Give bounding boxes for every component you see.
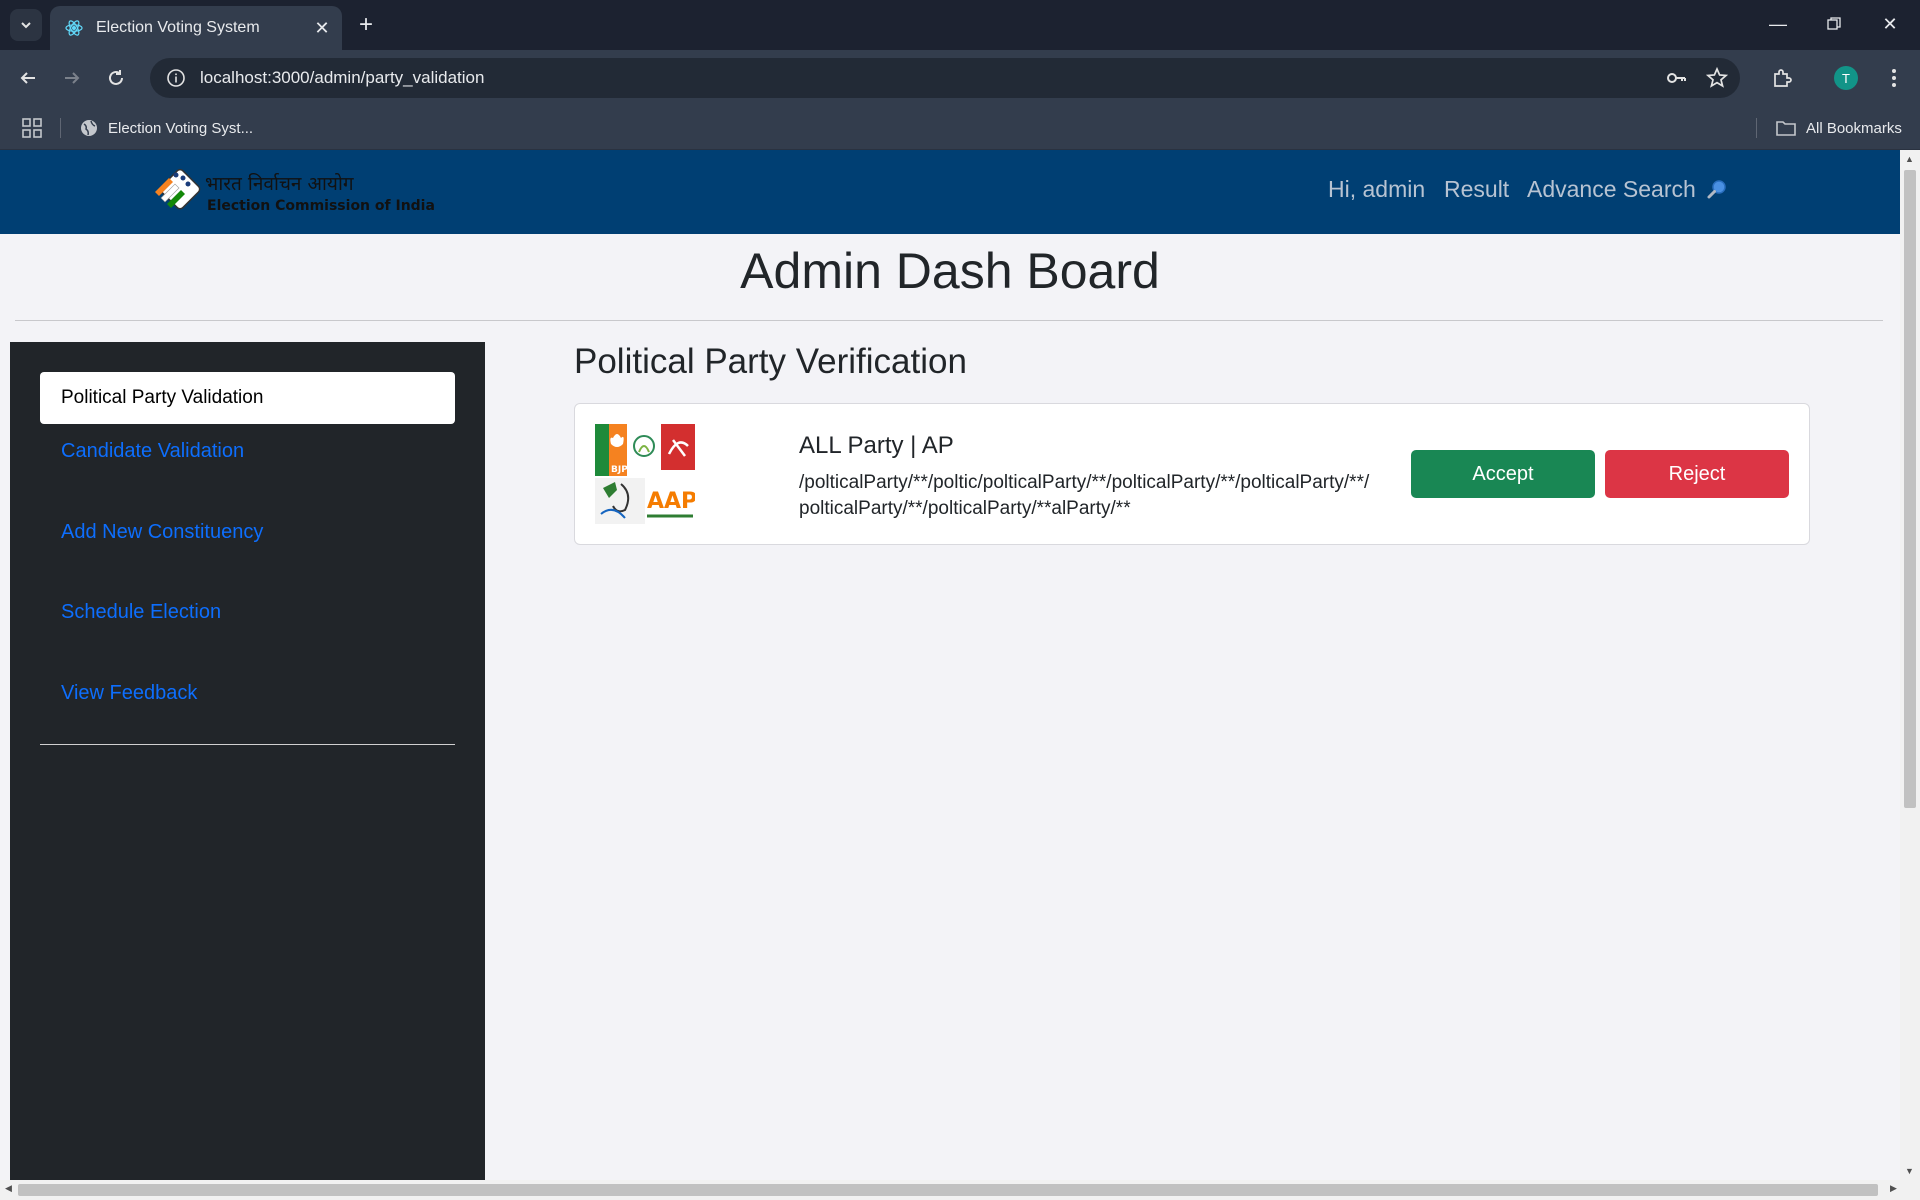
search-icon <box>1707 180 1726 199</box>
svg-text:AAP: AAP <box>647 489 695 514</box>
sidebar-item-political-party-validation[interactable]: Political Party Validation <box>40 372 455 424</box>
tab-title: Election Voting System <box>96 19 260 36</box>
browser-toolbar: localhost:3000/admin/party_validation <box>0 50 1920 106</box>
page-title: Admin Dash Board <box>740 243 1160 299</box>
more-menu-icon[interactable] <box>1878 62 1910 94</box>
tab-search-button[interactable] <box>10 9 42 41</box>
section-title: Political Party Verification <box>574 342 967 381</box>
sidebar-item-add-new-constituency[interactable]: Add New Constituency <box>61 521 263 544</box>
apps-grid-icon[interactable] <box>20 116 44 140</box>
back-button[interactable] <box>12 62 44 94</box>
close-tab-icon[interactable]: ✕ <box>310 16 334 40</box>
arrow-left-icon <box>20 72 35 84</box>
eci-logo[interactable] <box>143 162 203 222</box>
url-text: localhost:3000/admin/party_validation <box>200 68 485 87</box>
reject-button[interactable]: Reject <box>1605 450 1789 498</box>
minimize-button[interactable]: — <box>1750 0 1806 48</box>
bookmark-election-voting[interactable]: Election Voting Syst... <box>80 116 253 140</box>
horizontal-scroll-thumb[interactable] <box>18 1184 1878 1196</box>
chevron-down-icon <box>21 22 31 29</box>
scroll-left-icon[interactable]: ◀ <box>5 1183 12 1194</box>
bookmark-label: Election Voting Syst... <box>108 119 254 137</box>
party-card: BJP AAP ALL Party | AP /polticalParty/**… <box>574 403 1810 545</box>
site-header: भारत निर्वाचन आयोग Election Commission o… <box>0 150 1900 234</box>
password-key-icon[interactable] <box>1664 66 1688 90</box>
restore-icon <box>1827 17 1841 30</box>
nav-greeting[interactable]: Hi, admin <box>1328 176 1425 203</box>
accept-button[interactable]: Accept <box>1411 450 1595 498</box>
browser-tab-bar: Election Voting System ✕ + — ✕ <box>0 0 1920 50</box>
vertical-scroll-thumb[interactable] <box>1904 170 1916 808</box>
profile-avatar[interactable]: T <box>1834 66 1858 90</box>
bookmark-separator <box>1756 118 1757 138</box>
browser-tab[interactable]: Election Voting System ✕ <box>50 6 342 50</box>
scroll-right-icon[interactable]: ▶ <box>1890 1183 1897 1194</box>
bookmark-separator <box>60 118 61 138</box>
arrow-right-icon <box>65 72 80 84</box>
reload-icon <box>109 70 123 85</box>
folder-icon <box>1776 121 1796 136</box>
sidebar-item-candidate-validation[interactable]: Candidate Validation <box>61 440 244 463</box>
party-symbols-image: BJP AAP <box>595 424 695 524</box>
party-image-path: /polticalParty/**/poltic/polticalParty/*… <box>799 472 1370 519</box>
logo-english-text: Election Commission of India <box>207 198 435 214</box>
nav-advance-search-label: Advance Search <box>1527 176 1696 202</box>
vertical-scrollbar[interactable]: ▲ ▼ <box>1900 150 1920 1180</box>
horizontal-scrollbar[interactable]: ◀ ▶ <box>0 1180 1920 1200</box>
all-bookmarks-button[interactable]: All Bookmarks <box>1776 116 1902 140</box>
nav-advance-search[interactable]: Advance Search <box>1527 176 1728 203</box>
forward-button[interactable] <box>56 62 88 94</box>
site-info-icon[interactable] <box>166 68 186 88</box>
sidebar-item-view-feedback[interactable]: View Feedback <box>61 682 197 705</box>
restore-button[interactable] <box>1806 0 1862 48</box>
scroll-up-icon[interactable]: ▲ <box>1905 154 1914 164</box>
scroll-down-icon[interactable]: ▼ <box>1905 1166 1914 1176</box>
svg-text:BJP: BJP <box>611 465 628 475</box>
globe-icon <box>81 120 97 136</box>
page-viewport: भारत निर्वाचन आयोग Election Commission o… <box>0 150 1900 1180</box>
extensions-icon[interactable] <box>1766 62 1798 94</box>
all-bookmarks-label: All Bookmarks <box>1806 119 1902 137</box>
sidebar-divider <box>40 744 455 745</box>
sidebar: Political Party Validation Candidate Val… <box>10 342 485 1180</box>
bookmarks-bar: Election Voting Syst... All Bookmarks <box>0 106 1920 150</box>
sidebar-item-schedule-election[interactable]: Schedule Election <box>61 601 221 624</box>
divider <box>15 320 1883 321</box>
new-tab-button[interactable]: + <box>352 11 380 39</box>
logo-hindi-text: भारत निर्वाचन आयोग <box>205 173 354 195</box>
nav-result[interactable]: Result <box>1444 176 1509 203</box>
react-icon <box>65 20 83 36</box>
reload-button[interactable] <box>100 62 132 94</box>
close-window-button[interactable]: ✕ <box>1862 0 1918 48</box>
address-bar[interactable]: localhost:3000/admin/party_validation <box>150 58 1740 98</box>
party-name: ALL Party | AP <box>799 432 954 459</box>
bookmark-star-icon[interactable] <box>1705 66 1729 90</box>
